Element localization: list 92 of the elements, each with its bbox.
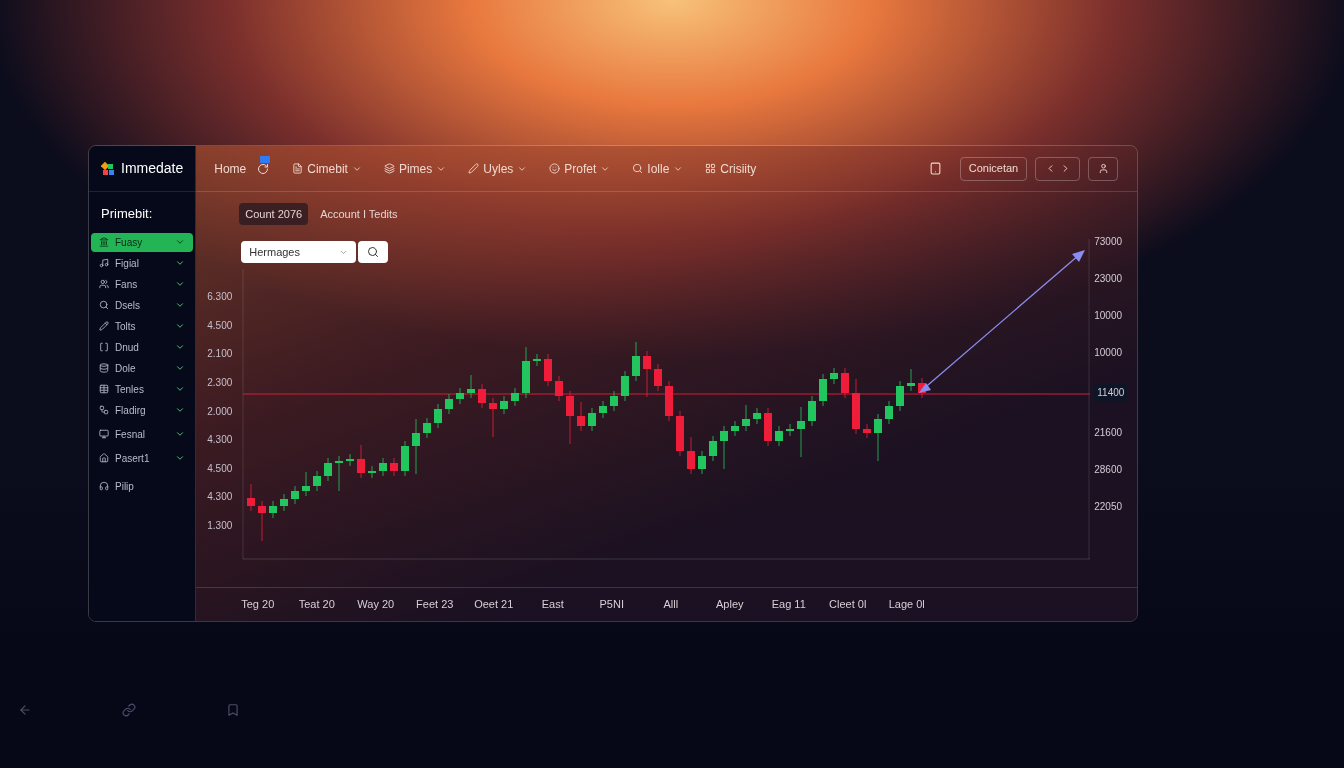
monitor-icon [99,429,109,439]
axis-label: Oeet 21 [473,597,515,613]
axis-label: 1.300 [207,520,233,532]
action-button[interactable]: Conicetan [959,156,1028,181]
nav-item[interactable]: Crisiity [705,159,757,178]
axis-label: Lage 0l [887,597,926,613]
axis-label: P5NI [598,597,625,613]
chevron-icon [175,321,186,331]
axis-label: 73000 [1094,236,1123,248]
user-icon [1097,163,1109,174]
symbol-select[interactable]: Hermages [241,241,357,263]
search-icon [632,163,644,174]
axis-label: 6.300 [207,291,233,303]
chevron-icon [175,279,186,289]
sidebar-item[interactable]: Dnud [91,337,194,357]
sidebar-item[interactable]: Dsels [91,295,194,315]
axis-label: 2.100 [207,348,233,361]
sidebar-item[interactable]: Tenles [91,379,194,399]
sidebar-item[interactable]: Pasert1 [91,448,194,468]
chevron-icon [175,237,186,247]
axis-label: 4.500 [207,462,233,475]
workflow-icon [99,405,109,415]
axis-label: 22050 [1094,501,1123,513]
axis-label: 2.300 [207,376,233,389]
axis-label: 28600 [1094,464,1123,476]
tablet-icon[interactable] [928,162,942,175]
axis-label: 4.300 [207,491,233,504]
sidebar-item[interactable]: Dole [91,358,194,378]
axis-label: 10000 [1094,347,1123,359]
music-icon [99,258,109,268]
chevron-icon [175,453,186,463]
chevron-icon [175,258,186,268]
bank-icon [99,237,109,247]
nav-item[interactable]: Pimes [383,159,447,178]
axis-label: 4.500 [207,319,233,332]
chevron-icon [175,405,186,415]
database-icon [99,363,109,373]
axis-label: 4.300 [207,434,233,447]
axis-label: Alll [662,597,680,613]
axis-label: 21600 [1094,427,1123,439]
user-button[interactable] [1088,156,1119,181]
navigation-button[interactable] [1035,156,1081,181]
axis-label: 23000 [1094,273,1123,285]
logo-icon [101,161,115,176]
nav-item[interactable]: Uyles [468,159,528,178]
sidebar-item[interactable]: Figial [91,253,194,273]
count-chip: Count 2076 [239,202,309,226]
chevron-icon [175,300,186,310]
sidebar-title: Primebit: [100,205,154,223]
axis-label: 2.000 [207,405,233,418]
pen-icon [468,163,480,174]
sidebar-item[interactable]: Fans [91,274,194,294]
nav-item[interactable]: Cimebit [292,159,362,178]
sidebar-item[interactable]: Fuasy [91,232,194,252]
search-button[interactable] [358,241,389,263]
chevron-icon [175,429,186,439]
stack-icon [383,163,395,174]
axis-label: Eag 11 [770,597,807,613]
headphones-icon [99,481,109,491]
axis-label: Apley [715,597,745,613]
home-icon [99,453,109,463]
app-logo-text: Immedate [121,159,184,178]
sidebar-item[interactable]: Fesnal [91,424,194,444]
document-icon [292,163,304,174]
refresh-icon[interactable] [256,156,271,175]
axis-label: Feet 23 [415,597,455,613]
axis-label: Teg 20 [240,597,276,613]
grid-icon [705,163,717,174]
nav-item[interactable]: Profet [549,159,611,178]
sidebar-item[interactable]: Tolts [91,316,194,336]
axis-label: Way 20 [356,597,396,613]
chevron-icon [175,384,186,394]
brackets-icon [99,342,109,352]
search-icon [367,246,380,258]
account-label: Account I Tedits [320,206,398,222]
nav-item[interactable]: Iolle [632,159,684,178]
axis-label: 10000 [1094,310,1123,322]
nav-item[interactable]: Home [214,159,247,178]
table-icon [99,384,109,394]
sidebar-item[interactable]: Fladirg [91,400,194,420]
face-icon [549,163,561,174]
sidebar-item[interactable]: Pilip [91,476,194,496]
pencil-icon [99,321,109,331]
axis-label: Teat 20 [297,597,336,613]
axis-label: Cleet 0l [828,597,868,613]
chevron-icon [175,342,186,352]
current-price-tag: 11400 [1094,384,1128,402]
axis-label: East [540,597,565,613]
users-icon [99,279,109,289]
link-icon[interactable] [122,703,136,717]
search-icon [99,300,109,310]
chevron-icon [175,363,186,373]
